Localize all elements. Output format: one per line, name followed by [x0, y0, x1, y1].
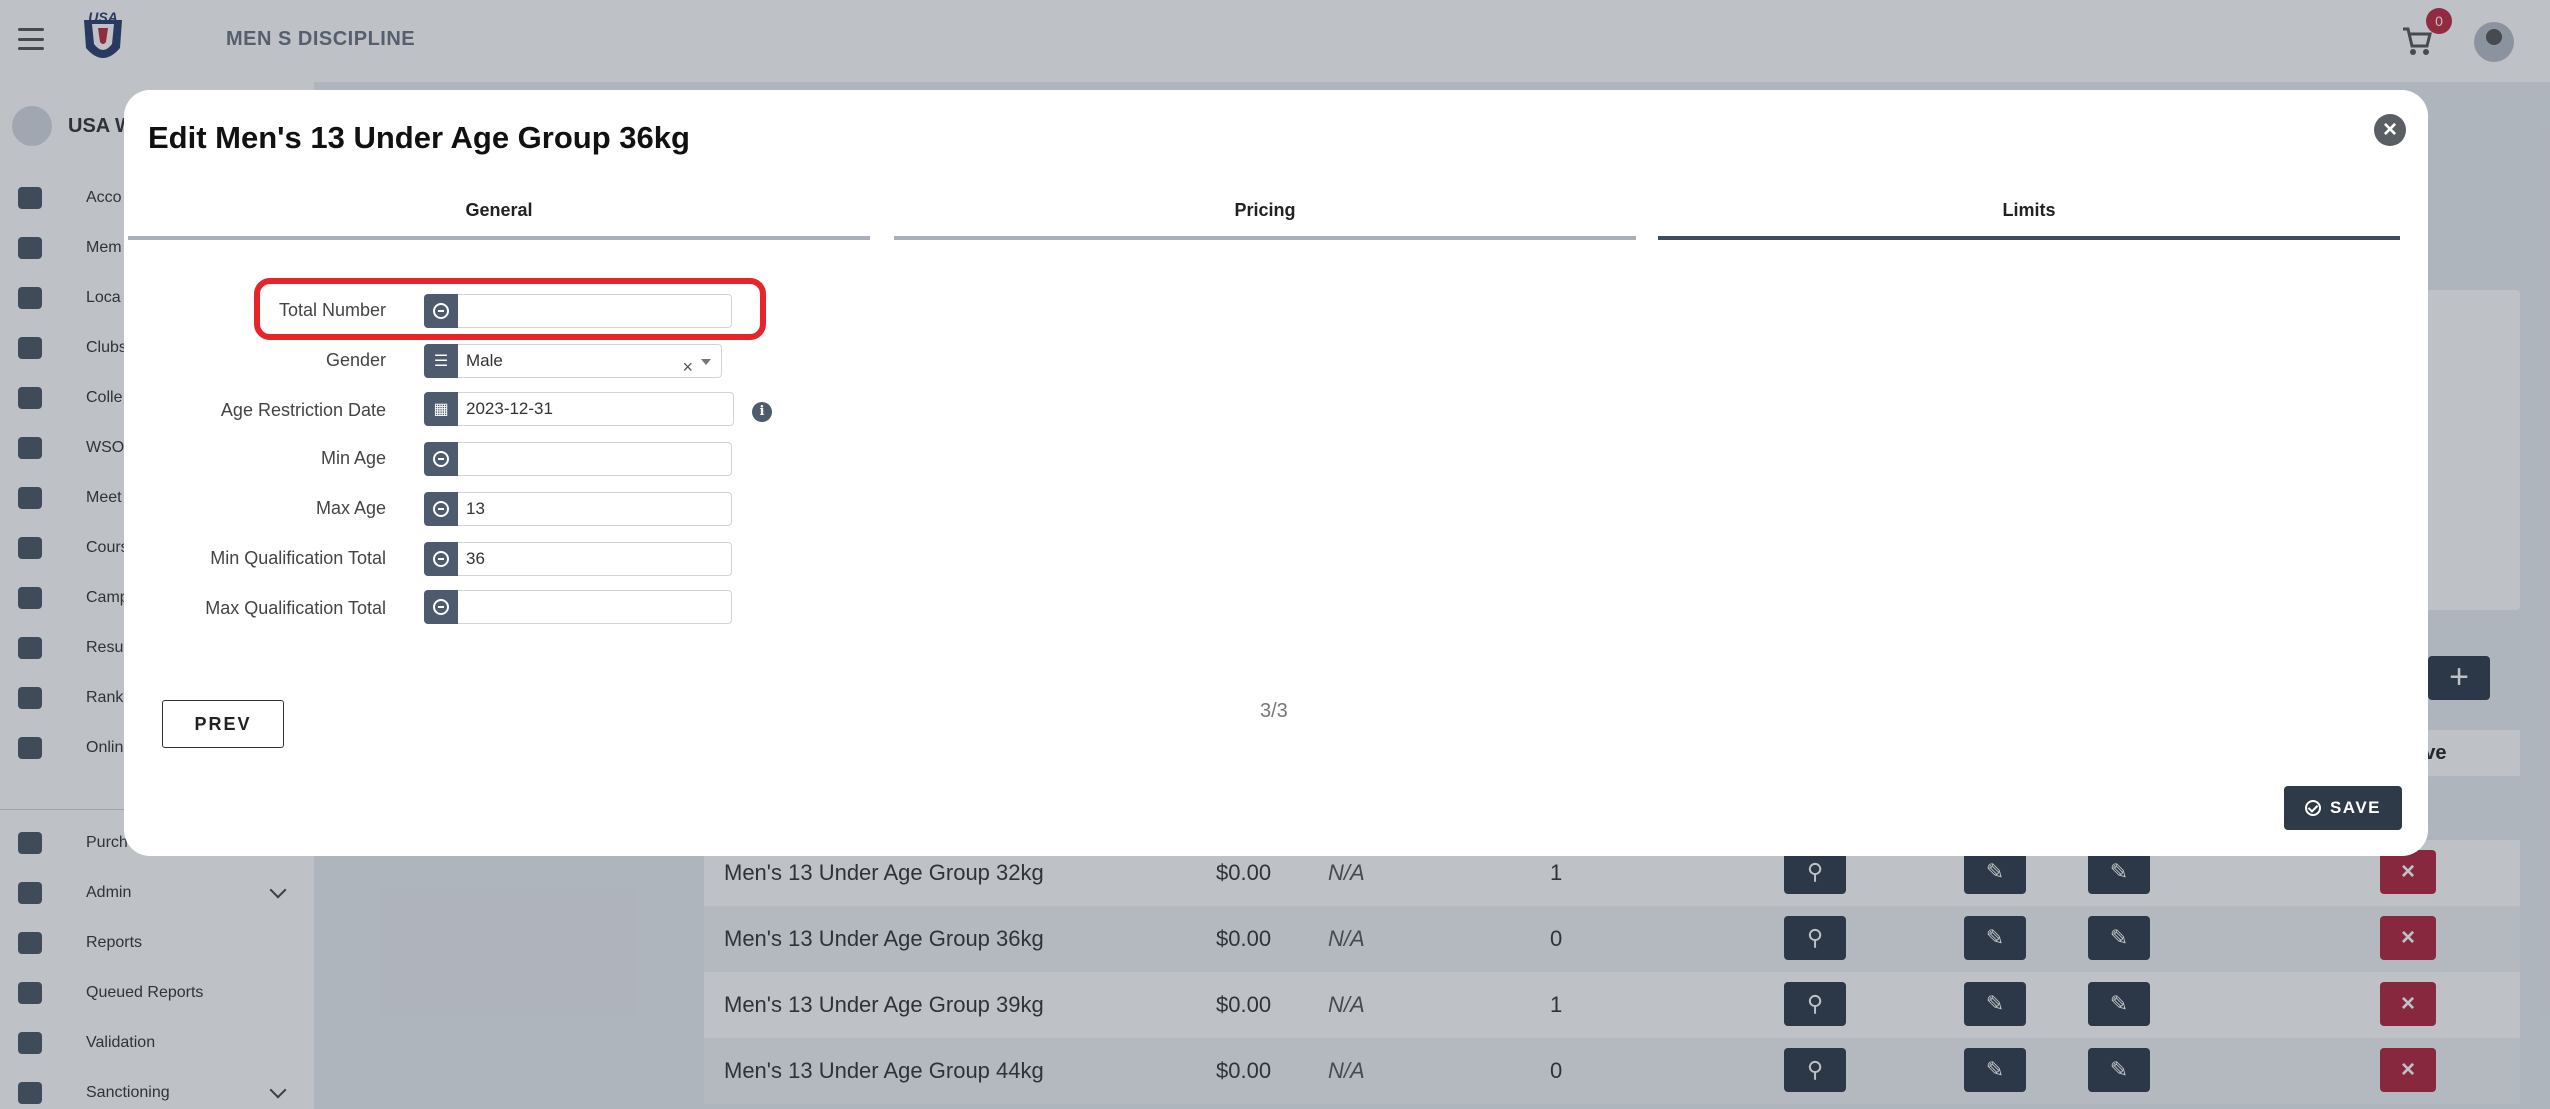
gender-value: Male: [466, 351, 503, 370]
tab-pricing[interactable]: Pricing: [894, 200, 1636, 234]
arrow-circle-icon: [424, 442, 458, 476]
max-qualification-total-input[interactable]: [458, 590, 732, 624]
max-age-label: Max Age: [315, 498, 386, 518]
chevron-down-icon[interactable]: [701, 359, 711, 365]
min-qualification-total-label: Min Qualification Total: [210, 548, 386, 568]
save-button[interactable]: SAVE: [2284, 786, 2402, 830]
min-age-group: [424, 442, 732, 476]
min-age-input[interactable]: [458, 442, 732, 476]
max-qualification-total-label: Max Qualification Total: [205, 598, 386, 618]
tab-general-indicator: [128, 236, 870, 240]
prev-button[interactable]: PREV: [162, 700, 284, 748]
max-age-group: 13: [424, 492, 732, 526]
gender-group: ☰ Male ×: [424, 344, 722, 378]
modal-title: Edit Men's 13 Under Age Group 36kg: [148, 120, 690, 155]
step-indicator: 3/3: [1260, 700, 1288, 722]
arrow-circle-icon: [424, 492, 458, 526]
age-restriction-date-input[interactable]: 2023-12-31: [458, 392, 734, 426]
calendar-icon[interactable]: ▦: [424, 392, 458, 426]
close-icon[interactable]: ×: [2374, 114, 2406, 146]
total-number-highlight: [254, 278, 766, 340]
gender-label: Gender: [325, 350, 386, 370]
min-qualification-total-input[interactable]: 36: [458, 542, 732, 576]
gender-select[interactable]: Male ×: [458, 344, 722, 378]
check-circle-icon: [2304, 800, 2321, 816]
max-age-input[interactable]: 13: [458, 492, 732, 526]
arrow-circle-icon: [424, 590, 458, 624]
age-restriction-date-group: ▦ 2023-12-31: [424, 392, 734, 426]
max-qualification-total-group: [424, 590, 732, 624]
list-icon: ☰: [424, 344, 458, 378]
tab-limits[interactable]: Limits: [1658, 200, 2400, 234]
edit-modal: Edit Men's 13 Under Age Group 36kg × Gen…: [124, 90, 2428, 856]
info-icon[interactable]: i: [752, 402, 772, 422]
save-button-label: SAVE: [2329, 798, 2382, 817]
tab-general[interactable]: General: [128, 200, 870, 234]
min-qualification-total-group: 36: [424, 542, 732, 576]
age-restriction-date-label: Age Restriction Date: [220, 400, 386, 420]
arrow-circle-icon: [424, 542, 458, 576]
tab-pricing-indicator: [894, 236, 1636, 240]
min-age-label: Min Age: [320, 448, 386, 468]
clear-icon[interactable]: ×: [682, 351, 693, 383]
tab-limits-indicator: [1658, 236, 2400, 240]
